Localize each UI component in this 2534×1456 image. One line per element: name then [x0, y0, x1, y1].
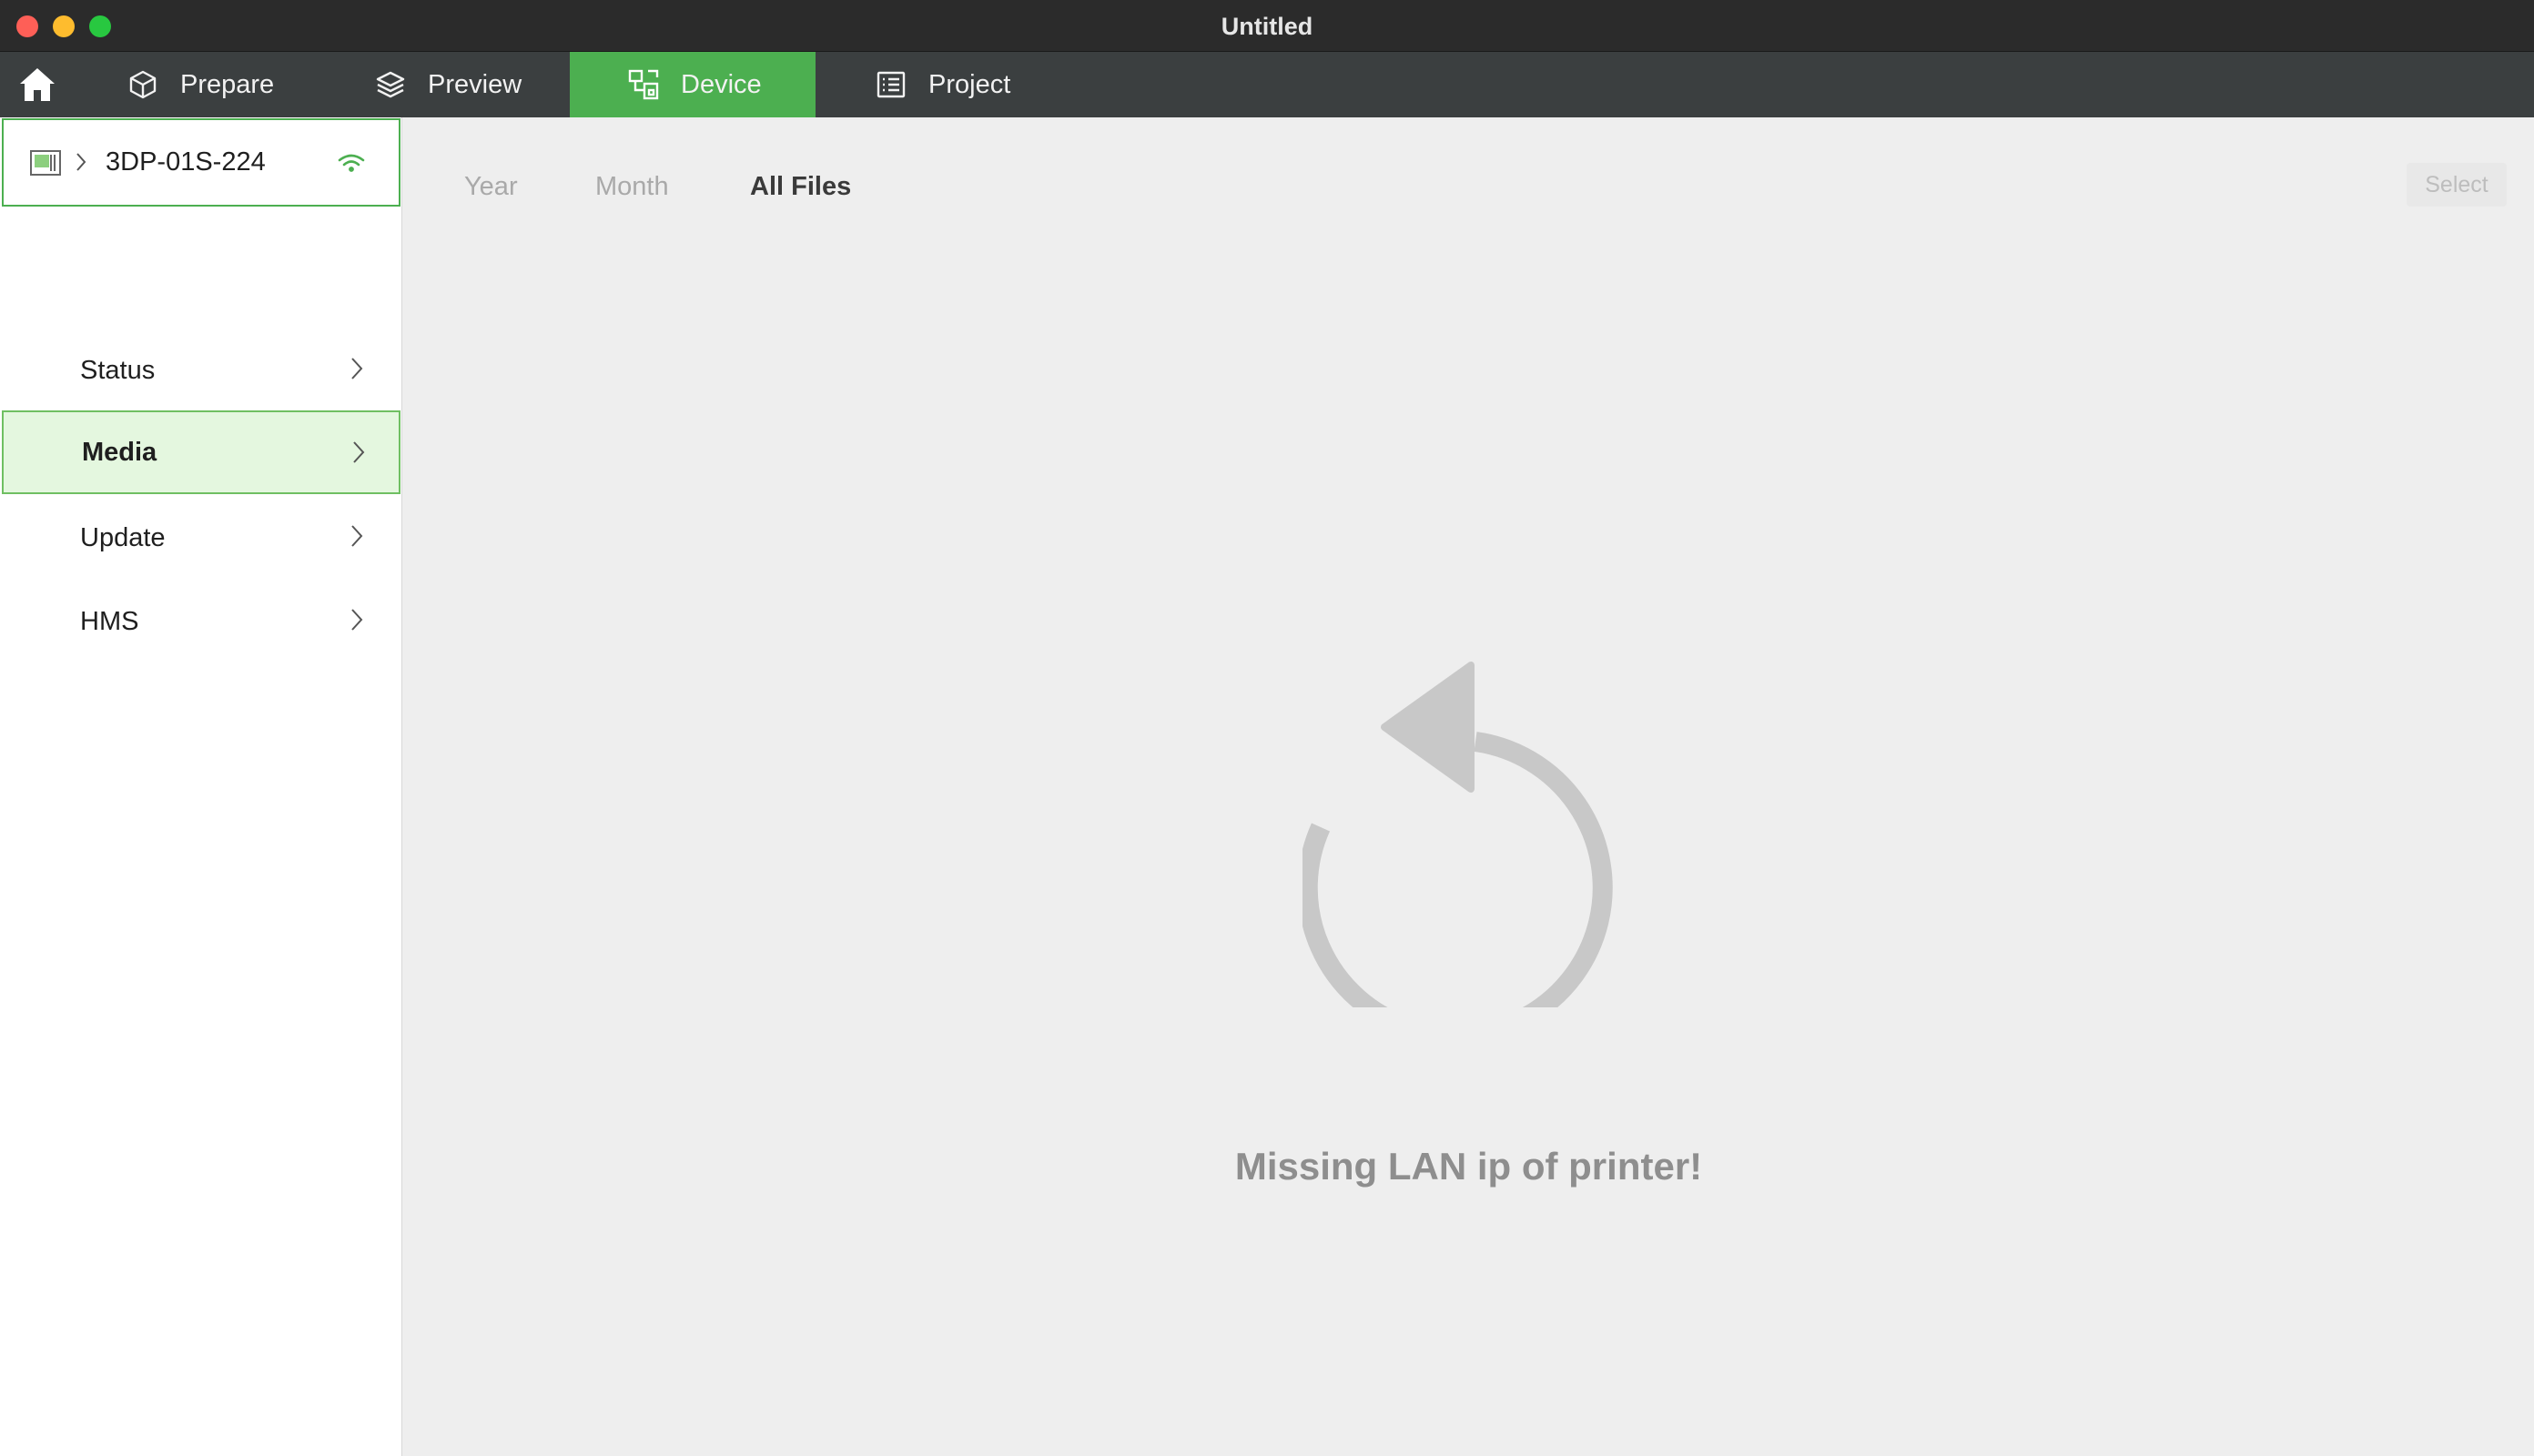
tab-label: Project	[928, 69, 1011, 99]
sidebar-item-media[interactable]: Media	[2, 410, 400, 494]
tab-label: Device	[681, 69, 762, 99]
home-icon	[20, 68, 55, 101]
sidebar-item-label: Update	[80, 522, 166, 552]
printer-icon	[30, 150, 61, 176]
cube-icon	[126, 67, 160, 102]
filter-tab-year[interactable]: Year	[464, 172, 518, 202]
list-icon	[874, 67, 908, 102]
window-title: Untitled	[1221, 13, 1313, 40]
tab-project[interactable]: Project	[874, 52, 1010, 117]
title-bar: Untitled	[0, 0, 2534, 52]
tab-label: Preview	[428, 69, 522, 99]
media-panel: Year Month All Files Select Missing LAN …	[403, 117, 2534, 1456]
main-tab-bar: Prepare Preview Device Project	[0, 52, 2534, 117]
chevron-right-icon	[76, 153, 86, 171]
chevron-right-icon	[353, 441, 365, 463]
refresh-icon	[1302, 662, 1613, 1007]
tab-label: Prepare	[180, 69, 275, 99]
status-message: Missing LAN ip of printer!	[1234, 1145, 1703, 1188]
layers-icon	[373, 67, 408, 102]
device-sidebar: 3DP-01S-224 Status Media Update HMS	[0, 117, 402, 1456]
select-button[interactable]: Select	[2407, 163, 2507, 207]
device-icon	[626, 67, 661, 102]
sidebar-item-update[interactable]: Update	[2, 496, 400, 580]
home-button[interactable]	[13, 63, 62, 106]
sidebar-item-label: HMS	[80, 606, 139, 636]
chevron-right-icon	[351, 525, 363, 547]
filter-tab-month[interactable]: Month	[595, 172, 669, 202]
tab-device[interactable]: Device	[570, 52, 816, 117]
filter-tab-all-files[interactable]: All Files	[750, 172, 851, 202]
wifi-icon	[338, 154, 365, 172]
device-name: 3DP-01S-224	[106, 147, 266, 177]
tab-preview[interactable]: Preview	[373, 52, 522, 117]
tab-prepare[interactable]: Prepare	[126, 52, 274, 117]
sidebar-item-hms[interactable]: HMS	[2, 580, 400, 663]
sidebar-item-label: Media	[82, 437, 157, 467]
app-window: Untitled Prepare Preview Device Project …	[0, 0, 2534, 1456]
sidebar-item-status[interactable]: Status	[2, 329, 400, 412]
device-selector[interactable]: 3DP-01S-224	[2, 118, 400, 207]
chevron-right-icon	[351, 358, 363, 379]
chevron-right-icon	[351, 609, 363, 631]
sidebar-item-label: Status	[80, 355, 156, 385]
